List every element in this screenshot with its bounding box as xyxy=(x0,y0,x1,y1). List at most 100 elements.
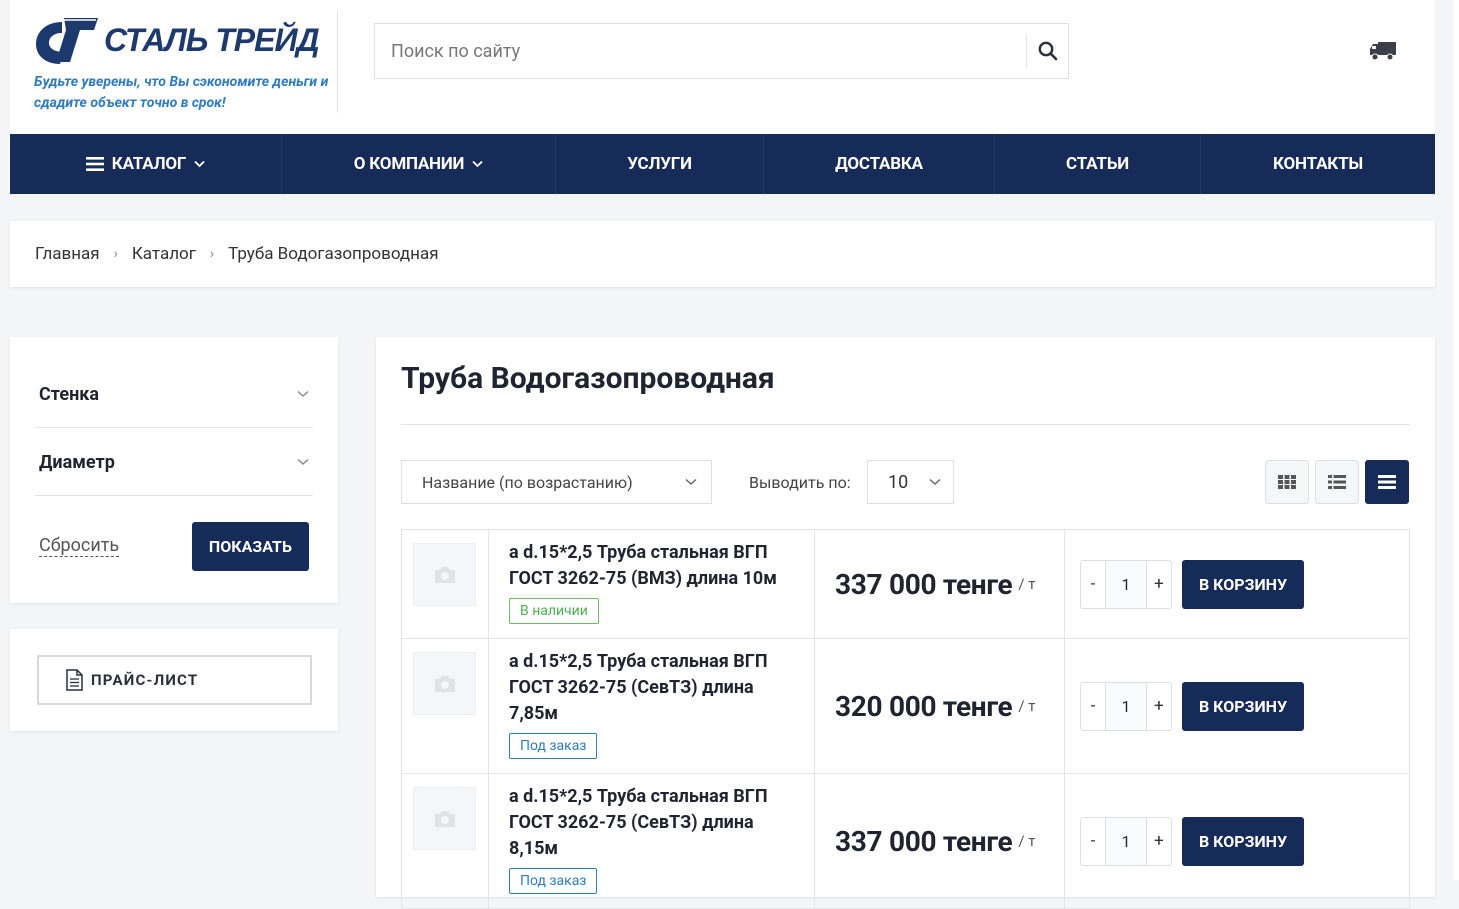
product-image-cell xyxy=(402,530,489,638)
qty-minus-button[interactable]: - xyxy=(1081,818,1105,865)
catalog-main: Труба Водогазопроводная Название (по воз… xyxy=(376,337,1435,909)
pricelist-label: ПРАЙС-ЛИСТ xyxy=(91,671,199,689)
price-unit: / т xyxy=(1018,832,1036,850)
reset-filters-link[interactable]: Сбросить xyxy=(39,536,120,557)
sort-value: Название (по возрастанию) xyxy=(422,472,633,492)
breadcrumb-catalog[interactable]: Каталог xyxy=(132,244,196,264)
qty-plus-button[interactable]: + xyxy=(1147,561,1171,608)
site-search xyxy=(374,23,1069,79)
qty-minus-button[interactable]: - xyxy=(1081,683,1105,730)
chevron-down-icon xyxy=(297,458,309,465)
show-button[interactable]: ПОКАЗАТЬ xyxy=(192,522,309,571)
breadcrumb: Главная › Каталог › Труба Водогазопровод… xyxy=(10,221,1435,287)
chevron-down-icon xyxy=(297,390,309,397)
add-to-cart-button[interactable]: В КОРЗИНУ xyxy=(1182,559,1304,609)
pricelist-button[interactable]: ПРАЙС-ЛИСТ xyxy=(37,655,312,705)
perpage-select[interactable]: 10 xyxy=(867,460,954,504)
grid-view-icon xyxy=(1278,475,1296,489)
nav-contacts[interactable]: КОНТАКТЫ xyxy=(1201,134,1435,194)
product-price-cell: 337 000 тенге / т xyxy=(815,530,1065,638)
search-button[interactable] xyxy=(1026,34,1068,68)
camera-icon xyxy=(434,566,455,583)
nav-catalog[interactable]: КАТАЛОГ xyxy=(10,134,282,194)
title-divider xyxy=(401,424,1410,425)
breadcrumb-home[interactable]: Главная xyxy=(35,244,100,264)
page-edge xyxy=(1453,0,1459,880)
perpage-label: Выводить по: xyxy=(749,473,851,492)
filter-wall-label: Стенка xyxy=(39,383,100,405)
product-image[interactable] xyxy=(413,543,476,606)
view-list-button[interactable] xyxy=(1315,460,1359,504)
breadcrumb-separator-icon: › xyxy=(209,246,215,262)
view-table-button[interactable] xyxy=(1365,460,1409,504)
qty-input[interactable]: 1 xyxy=(1105,682,1147,730)
perpage-value: 10 xyxy=(888,471,909,493)
menu-icon xyxy=(85,157,104,171)
qty-plus-button[interactable]: + xyxy=(1147,818,1171,865)
product-price-cell: 320 000 тенге / т xyxy=(815,639,1065,773)
table-row: a d.15*2,5 Труба стальная ВГП ГОСТ 3262-… xyxy=(401,774,1410,909)
stock-status-badge: Под заказ xyxy=(509,868,598,894)
filter-diameter[interactable]: Диаметр xyxy=(35,429,313,496)
nav-catalog-label: КАТАЛОГ xyxy=(111,154,187,174)
qty-plus-button[interactable]: + xyxy=(1147,683,1171,730)
qty-input[interactable]: 1 xyxy=(1105,560,1147,608)
product-name-link[interactable]: a d.15*2,5 Труба стальная ВГП ГОСТ 3262-… xyxy=(509,784,800,862)
product-price: 337 000 тенге xyxy=(835,567,1013,601)
view-grid-button[interactable] xyxy=(1265,460,1309,504)
product-price-cell: 337 000 тенге / т xyxy=(815,774,1065,908)
filter-wall[interactable]: Стенка xyxy=(35,361,313,428)
main-nav: КАТАЛОГ О КОМПАНИИ УСЛУГИ ДОСТАВКА СТАТЬ… xyxy=(10,134,1435,194)
search-input[interactable] xyxy=(375,24,1025,78)
product-name-link[interactable]: a d.15*2,5 Труба стальная ВГП ГОСТ 3262-… xyxy=(509,540,800,592)
breadcrumb-separator-icon: › xyxy=(113,246,118,262)
stock-status-badge: В наличии xyxy=(509,598,599,624)
qty-input[interactable]: 1 xyxy=(1105,817,1147,865)
add-to-cart-button[interactable]: В КОРЗИНУ xyxy=(1182,816,1304,866)
pricelist-panel: ПРАЙС-ЛИСТ xyxy=(10,629,338,731)
product-table: a d.15*2,5 Труба стальная ВГП ГОСТ 3262-… xyxy=(401,529,1410,909)
chevron-down-icon xyxy=(685,478,697,485)
table-row: a d.15*2,5 Труба стальная ВГП ГОСТ 3262-… xyxy=(401,639,1410,774)
nav-services[interactable]: УСЛУГИ xyxy=(556,134,764,194)
brand-name: СТАЛЬ ТРЕЙД xyxy=(104,22,320,58)
filter-diameter-label: Диаметр xyxy=(39,451,115,473)
logo[interactable]: СТАЛЬ ТРЕЙД Будьте уверены, что Вы сэкон… xyxy=(34,12,334,112)
logo-mark-icon xyxy=(36,18,98,64)
list-view-icon xyxy=(1328,475,1346,489)
chevron-down-icon xyxy=(929,478,941,485)
product-name-cell: a d.15*2,5 Труба стальная ВГП ГОСТ 3262-… xyxy=(489,530,815,638)
breadcrumb-current: Труба Водогазопроводная xyxy=(228,244,439,264)
nav-articles[interactable]: СТАТЬИ xyxy=(995,134,1201,194)
table-row: a d.15*2,5 Труба стальная ВГП ГОСТ 3262-… xyxy=(401,530,1410,639)
filter-panel: Стенка Диаметр Сбросить ПОКАЗАТЬ xyxy=(10,337,338,603)
chevron-down-icon xyxy=(194,160,205,168)
document-icon xyxy=(66,669,83,691)
sort-select[interactable]: Название (по возрастанию) xyxy=(401,460,712,504)
product-name-cell: a d.15*2,5 Труба стальная ВГП ГОСТ 3262-… xyxy=(489,639,815,773)
nav-contacts-label: КОНТАКТЫ xyxy=(1273,154,1363,174)
site-header: СТАЛЬ ТРЕЙД Будьте уверены, что Вы сэкон… xyxy=(10,0,1435,134)
nav-delivery[interactable]: ДОСТАВКА xyxy=(764,134,995,194)
camera-icon xyxy=(434,675,455,692)
nav-company[interactable]: О КОМПАНИИ xyxy=(282,134,556,194)
header-divider xyxy=(337,10,338,113)
quantity-stepper: - 1 + xyxy=(1080,681,1172,731)
add-to-cart-button[interactable]: В КОРЗИНУ xyxy=(1182,681,1304,731)
product-image[interactable] xyxy=(413,652,476,715)
page-title: Труба Водогазопроводная xyxy=(401,361,775,396)
camera-icon xyxy=(434,810,455,827)
product-image[interactable] xyxy=(413,787,476,850)
chevron-down-icon xyxy=(472,160,483,168)
nav-articles-label: СТАТЬИ xyxy=(1066,154,1129,174)
brand-slogan: Будьте уверены, что Вы сэкономите деньги… xyxy=(34,74,329,111)
product-name-link[interactable]: a d.15*2,5 Труба стальная ВГП ГОСТ 3262-… xyxy=(509,649,800,727)
nav-company-label: О КОМПАНИИ xyxy=(353,154,465,174)
truck-icon[interactable] xyxy=(1369,40,1397,62)
qty-minus-button[interactable]: - xyxy=(1081,561,1105,608)
table-view-icon xyxy=(1378,475,1396,489)
product-price: 320 000 тенге xyxy=(835,689,1013,723)
price-unit: / т xyxy=(1018,697,1036,715)
product-name-cell: a d.15*2,5 Труба стальная ВГП ГОСТ 3262-… xyxy=(489,774,815,908)
product-price: 337 000 тенге xyxy=(835,824,1013,858)
